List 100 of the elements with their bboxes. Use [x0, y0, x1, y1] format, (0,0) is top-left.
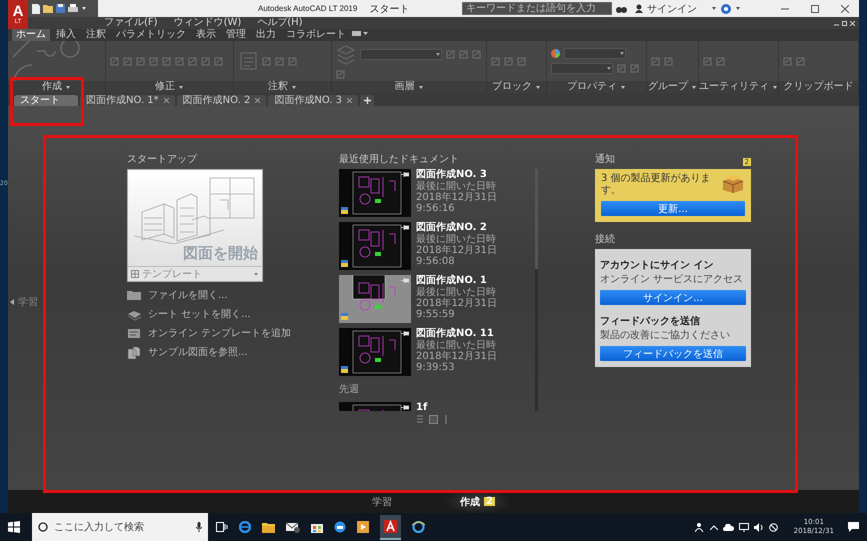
- drawing-thumbnail[interactable]: [339, 222, 411, 270]
- close-icon[interactable]: [164, 98, 169, 103]
- panel-title[interactable]: グループ: [648, 81, 688, 93]
- ribbon-tab[interactable]: 挿入: [52, 29, 80, 41]
- dropdown-field[interactable]: [360, 49, 442, 60]
- pin-icon[interactable]: [401, 172, 409, 177]
- maximize-icon[interactable]: [811, 4, 819, 12]
- caret-icon[interactable]: [735, 6, 741, 11]
- section-heading: 接続: [595, 234, 616, 246]
- list-view-icon[interactable]: [416, 415, 422, 424]
- restore-icon[interactable]: [842, 20, 847, 26]
- new-tab-button[interactable]: [360, 95, 374, 106]
- sample-files-icon[interactable]: [127, 346, 141, 358]
- panel-title[interactable]: クリップボード: [784, 81, 854, 93]
- caret-icon[interactable]: [81, 6, 87, 11]
- caret-icon: [619, 51, 625, 56]
- search-field[interactable]: キーワードまたは語句を入力: [462, 2, 612, 15]
- file-tab[interactable]: 図面作成NO. 2: [176, 95, 266, 106]
- new-file-icon[interactable]: [32, 4, 40, 14]
- file-tab[interactable]: 図面作成NO. 1*: [80, 95, 175, 106]
- menu-item[interactable]: ヘルプ(H): [257, 17, 303, 29]
- start-link[interactable]: ファイルを開く...: [148, 288, 228, 302]
- folder-icon[interactable]: [262, 522, 275, 532]
- menu-item[interactable]: ウィンドウ(W): [174, 17, 242, 29]
- close-icon[interactable]: [255, 98, 260, 103]
- menu-item[interactable]: ファイル(F): [104, 17, 158, 29]
- notification-center-icon[interactable]: [848, 522, 859, 532]
- blocked-icon[interactable]: [768, 522, 778, 532]
- start-link[interactable]: サンプル図面を参照...: [148, 345, 248, 359]
- caret-icon[interactable]: [291, 84, 297, 90]
- start-link[interactable]: シート セットを開く...: [148, 307, 251, 321]
- template-icon[interactable]: [127, 326, 141, 340]
- panel-title[interactable]: ユーティリティ: [699, 81, 769, 93]
- close-icon[interactable]: [841, 4, 849, 12]
- start-link[interactable]: オンライン テンプレートを追加: [148, 326, 292, 340]
- sign-in-button[interactable]: サインイン: [647, 2, 697, 16]
- drawing-thumbnail[interactable]: [339, 328, 411, 376]
- ribbon-tab[interactable]: パラメトリック: [112, 29, 190, 41]
- document-name[interactable]: 図面作成NO. 2: [416, 222, 526, 234]
- user-icon[interactable]: [635, 4, 643, 13]
- detail-view-icon[interactable]: [444, 415, 448, 424]
- folder-icon[interactable]: [43, 4, 53, 13]
- file-tab[interactable]: スタート: [14, 95, 78, 106]
- caret-icon[interactable]: [711, 6, 717, 11]
- caret-icon[interactable]: [772, 84, 778, 90]
- feedback-button[interactable]: フィードバックを送信: [600, 346, 746, 361]
- people-icon[interactable]: [694, 522, 705, 532]
- panel-title[interactable]: 注釈: [268, 81, 288, 93]
- bottom-tab[interactable]: 学習: [358, 490, 406, 513]
- mail-icon[interactable]: [286, 522, 300, 532]
- save-icon[interactable]: [56, 4, 65, 13]
- browser-icon[interactable]: [239, 521, 251, 533]
- dropdown-field[interactable]: [551, 63, 613, 74]
- ribbon-tab[interactable]: 管理: [222, 29, 250, 41]
- pin-icon[interactable]: [401, 225, 409, 230]
- ribbon-tab[interactable]: 注釈: [82, 29, 110, 41]
- speaker-icon[interactable]: [754, 522, 764, 532]
- panel-toggle-icon[interactable]: [352, 29, 368, 37]
- connect-title: フィードバックを送信: [600, 315, 701, 328]
- update-button[interactable]: 更新...: [601, 201, 745, 216]
- start-menu-icon[interactable]: [8, 521, 20, 533]
- binoculars-icon[interactable]: [616, 4, 627, 12]
- ribbon-tab[interactable]: ホーム: [12, 29, 50, 41]
- cloud-icon[interactable]: [722, 524, 734, 530]
- file-tab[interactable]: 図面作成NO. 3: [268, 95, 358, 106]
- caret-icon[interactable]: [535, 84, 541, 90]
- group-label: 先週: [339, 382, 360, 396]
- panel-title[interactable]: 修正: [155, 81, 175, 93]
- chevron-up-icon[interactable]: [710, 524, 718, 530]
- pin-icon[interactable]: [401, 331, 409, 336]
- dropdown-field[interactable]: [564, 48, 626, 59]
- caret-icon[interactable]: [691, 84, 697, 90]
- caret-icon[interactable]: [65, 84, 71, 90]
- caret-icon[interactable]: [418, 84, 424, 90]
- help-icon[interactable]: [721, 4, 731, 14]
- ribbon-tab[interactable]: 表示: [192, 29, 220, 41]
- search-field[interactable]: ここに入力して検索: [32, 513, 208, 541]
- document-name[interactable]: 図面作成NO. 1: [416, 275, 526, 287]
- store-icon[interactable]: [311, 521, 323, 533]
- pin-icon[interactable]: [401, 405, 409, 410]
- drawing-thumbnail[interactable]: [339, 169, 411, 217]
- caret-icon[interactable]: [620, 84, 626, 90]
- internet-explorer-icon[interactable]: [412, 521, 425, 533]
- panel-title[interactable]: プロパティ: [567, 81, 617, 93]
- document-name[interactable]: 図面作成NO. 11: [416, 328, 526, 340]
- ribbon-tab[interactable]: コラボレート: [282, 29, 350, 41]
- panel-title[interactable]: 作成: [42, 81, 62, 93]
- grid-view-icon[interactable]: [428, 415, 438, 424]
- caret-icon[interactable]: [10, 299, 14, 305]
- caret-icon[interactable]: [178, 84, 184, 90]
- task-view-icon[interactable]: [216, 522, 228, 532]
- ribbon-tab[interactable]: 出力: [252, 29, 280, 41]
- sign-in-button[interactable]: サインイン...: [600, 290, 746, 305]
- drawing-thumbnail[interactable]: [339, 275, 411, 323]
- panel-title[interactable]: ブロック: [492, 81, 532, 93]
- print-icon[interactable]: [68, 4, 78, 13]
- panel-title[interactable]: 画層: [394, 81, 414, 93]
- network-icon[interactable]: [738, 522, 749, 532]
- close-icon[interactable]: [347, 98, 352, 103]
- document-name[interactable]: 1f: [416, 402, 428, 411]
